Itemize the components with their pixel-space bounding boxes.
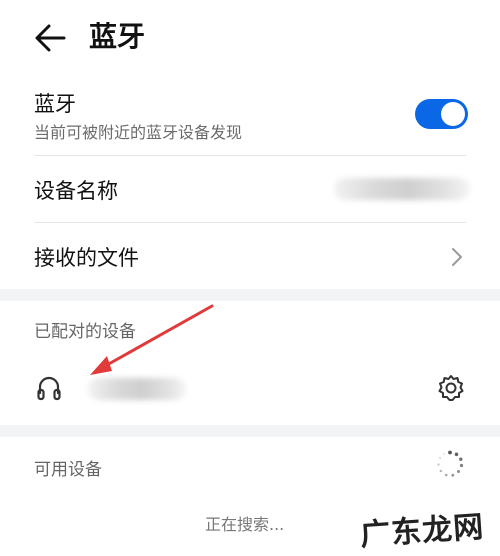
searching-status: 正在搜索... [205,515,285,534]
watermark: 广东龙网 [359,509,486,554]
loading-spinner-icon [437,450,464,477]
available-devices-label: 可用设备 [34,460,102,480]
section-separator [0,425,500,437]
